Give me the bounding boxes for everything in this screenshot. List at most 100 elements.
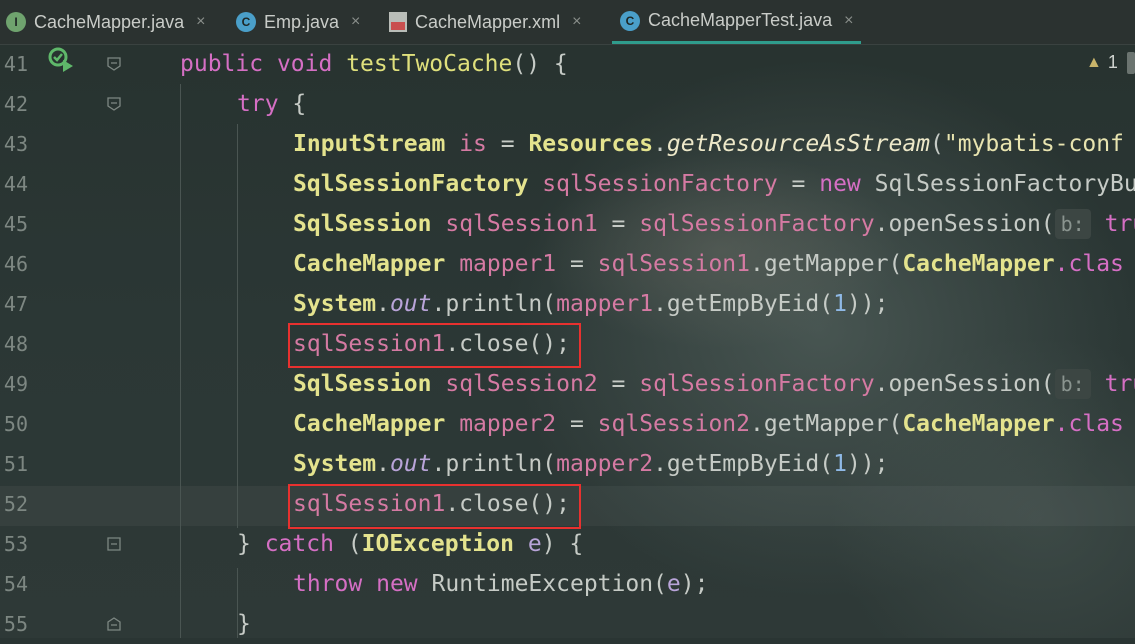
code-line-50: CacheMapper mapper2 = sqlSession2.getMap… (293, 404, 1124, 444)
highlight-box (288, 484, 581, 529)
type-name: SqlSession (293, 371, 432, 397)
close-icon[interactable]: × (196, 13, 205, 31)
code-line-53: } catch (IOException e) { (237, 524, 583, 564)
code-text: )); (846, 291, 889, 317)
variable: sqlSession2 (445, 371, 598, 397)
warning-count: 1 (1107, 52, 1118, 72)
code-text: .println( (431, 291, 557, 317)
code-text: } (237, 611, 251, 637)
line-number: 54 (3, 572, 28, 596)
line-number: 53 (3, 532, 28, 556)
keyword: tru (1104, 211, 1135, 237)
line-number: 51 (3, 452, 28, 476)
interface-icon: I (6, 12, 26, 32)
code-text: .println( (431, 451, 557, 477)
tab-label: CacheMapper.java (34, 11, 185, 32)
fold-icon[interactable] (106, 616, 122, 632)
line-number: 55 (3, 612, 28, 636)
code-line-47: System.out.println(mapper1.getEmpByEid(1… (293, 284, 888, 324)
variable: sqlSession2 (597, 411, 750, 437)
number-literal: 1 (833, 451, 847, 477)
code-line-54: throw new RuntimeException(e); (293, 564, 708, 604)
variable: is (459, 131, 487, 157)
type-name: CacheMapper (902, 251, 1055, 277)
fold-icon[interactable] (106, 96, 122, 112)
line-number: 52 (3, 492, 28, 516)
scrollbar-thumb[interactable] (1127, 52, 1135, 74)
keyword: throw (293, 571, 363, 597)
line-number: 41 (3, 52, 28, 76)
keyword: new (376, 571, 418, 597)
variable: sqlSessionFactory (542, 171, 778, 197)
line-number: 44 (3, 172, 28, 196)
parameter-hint: b: (1054, 369, 1091, 399)
code-text: = (777, 171, 820, 197)
close-icon[interactable]: × (351, 13, 360, 31)
fold-icon[interactable] (106, 536, 122, 552)
fold-icon[interactable] (106, 56, 122, 72)
line-number: 48 (3, 332, 28, 356)
tab-emp-java[interactable]: C Emp.java × (236, 0, 360, 44)
inspection-widget[interactable]: ▲ 1 (1086, 52, 1118, 73)
code-text: = (597, 211, 640, 237)
code-text: . (376, 451, 390, 477)
code-text: ( (333, 531, 362, 557)
line-number: 45 (3, 212, 28, 236)
variable: sqlSession1 (445, 211, 598, 237)
code-text: ); (680, 571, 709, 597)
static-field: out (389, 451, 432, 477)
indent-guide (180, 84, 181, 638)
code-text: .openSession( (874, 371, 1055, 397)
code-line-45: SqlSession sqlSession1 = sqlSessionFacto… (293, 204, 1135, 244)
variable: sqlSessionFactory (639, 371, 875, 397)
editor-tab-bar: I CacheMapper.java × C Emp.java × CacheM… (0, 0, 1135, 45)
line-number: 46 (3, 252, 28, 276)
variable: mapper2 (556, 451, 654, 477)
code-text: .getMapper( (750, 411, 903, 437)
close-icon[interactable]: × (572, 13, 581, 31)
keyword: .clas (1054, 411, 1124, 437)
type-name: CacheMapper (902, 411, 1055, 437)
code-text: )); (846, 451, 889, 477)
tab-cachemappertest-java[interactable]: C CacheMapperTest.java × (612, 0, 862, 44)
run-test-icon[interactable] (48, 47, 76, 73)
string-literal: "mybatis-conf (943, 131, 1124, 157)
code-line-55: } (237, 604, 251, 644)
variable: e (527, 531, 542, 557)
tab-label: Emp.java (264, 11, 340, 32)
code-line-41: public void testTwoCache() { (180, 44, 568, 84)
type-name: SqlSession (293, 211, 432, 237)
keyword: try (237, 91, 279, 117)
code-line-43: InputStream is = Resources.getResourceAs… (293, 124, 1124, 164)
tab-cachemapper-java[interactable]: I CacheMapper.java × (6, 0, 205, 44)
keyword: tru (1104, 371, 1135, 397)
code-text: = (556, 411, 598, 437)
keyword: void (276, 51, 333, 77)
variable: e (666, 571, 681, 597)
line-number: 43 (3, 132, 28, 156)
test-class-icon: C (620, 10, 640, 31)
code-text: ( (930, 131, 944, 157)
class-icon: C (236, 12, 256, 32)
variable: mapper1 (459, 251, 557, 277)
code-line-49: SqlSession sqlSession2 = sqlSessionFacto… (293, 364, 1135, 404)
code-text: SqlSessionFactoryBu (860, 171, 1135, 197)
type-name: CacheMapper (293, 251, 446, 277)
code-text: = (556, 251, 598, 277)
code-text: { (278, 91, 307, 117)
code-line-51: System.out.println(mapper2.getEmpByEid(1… (293, 444, 888, 484)
tab-label: CacheMapper.xml (415, 11, 561, 32)
code-text: . (653, 131, 667, 157)
keyword: .clas (1054, 251, 1124, 277)
code-line-46: CacheMapper mapper1 = sqlSession1.getMap… (293, 244, 1124, 284)
line-number: 49 (3, 372, 28, 396)
code-text: () { (512, 51, 568, 77)
close-icon[interactable]: × (844, 12, 853, 30)
code-text: } (237, 531, 265, 557)
code-text: .getEmpByEid( (653, 451, 834, 477)
method-name: testTwoCache (346, 51, 513, 77)
indent-guide (237, 124, 238, 528)
variable: mapper1 (556, 291, 654, 317)
tab-cachemapper-xml[interactable]: CacheMapper.xml × (389, 0, 581, 44)
variable: sqlSessionFactory (639, 211, 875, 237)
